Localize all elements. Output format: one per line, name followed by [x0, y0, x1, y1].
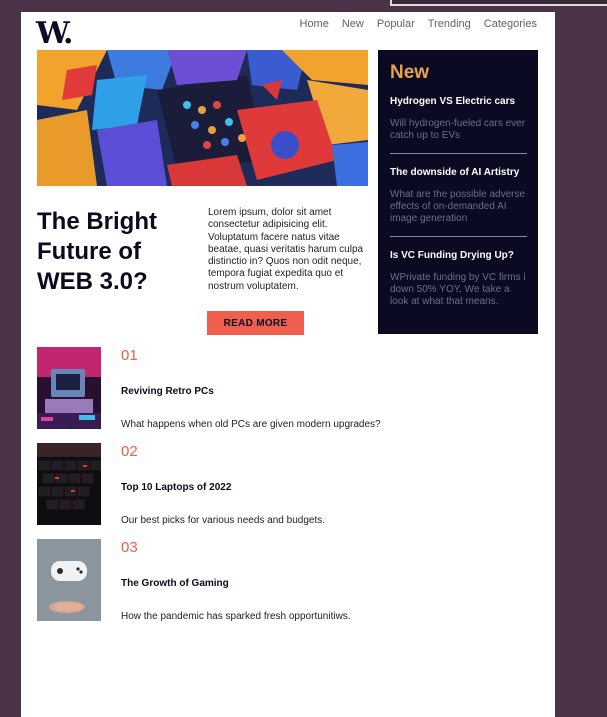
site-logo[interactable]: W. — [36, 16, 73, 51]
nav-link-new[interactable]: New — [342, 18, 364, 30]
article-item[interactable]: 03 The Growth of Gaming How the pandemic… — [37, 539, 537, 622]
hero-image-web3-blocks — [37, 50, 368, 186]
nav-link-popular[interactable]: Popular — [377, 18, 415, 30]
new-item-title[interactable]: The downside of AI Artistry — [390, 167, 527, 179]
new-panel-title: New — [390, 62, 430, 83]
article-desc: What happens when old PCs are given mode… — [121, 419, 381, 430]
new-item-desc: Will hydrogen-fueled cars ever catch up … — [390, 118, 526, 141]
new-articles-panel: New Hydrogen VS Electric cars Will hydro… — [378, 50, 538, 334]
new-item-title[interactable]: Is VC Funding Drying Up? — [390, 250, 527, 262]
article-title[interactable]: Top 10 Laptops of 2022 — [121, 482, 231, 493]
thumbnail-laptop-keyboard — [37, 443, 101, 525]
new-item-title[interactable]: Hydrogen VS Electric cars — [390, 96, 527, 108]
article-number: 01 — [121, 347, 138, 364]
article-item[interactable]: 01 Reviving Retro PCs What happens when … — [37, 347, 537, 430]
featured-body-text: Lorem ipsum, dolor sit amet consectetur … — [208, 207, 364, 292]
new-item[interactable]: Hydrogen VS Electric cars Will hydrogen-… — [390, 96, 527, 142]
new-item-desc: WPrivate funding by VC firms i down 50% … — [390, 272, 526, 307]
article-title[interactable]: The Growth of Gaming — [121, 578, 229, 589]
divider — [390, 153, 527, 154]
nav-link-categories[interactable]: Categories — [484, 18, 537, 30]
nav-link-home[interactable]: Home — [300, 18, 329, 30]
article-number: 03 — [121, 539, 138, 556]
new-item-desc: What are the possible adverse effects of… — [390, 189, 526, 224]
new-item[interactable]: The downside of AI Artistry What are the… — [390, 167, 527, 225]
divider — [390, 236, 527, 237]
thumbnail-game-controller — [37, 539, 101, 621]
background-window-edge — [390, 0, 607, 6]
nav-link-trending[interactable]: Trending — [428, 18, 471, 30]
article-desc: Our best picks for various needs and bud… — [121, 515, 326, 526]
read-more-button[interactable]: READ MORE — [207, 311, 304, 335]
article-number: 02 — [121, 443, 138, 460]
thumbnail-retro-pc — [37, 347, 101, 429]
article-title[interactable]: Reviving Retro PCs — [121, 386, 214, 397]
article-desc: How the pandemic has sparked fresh oppor… — [121, 611, 351, 622]
main-nav: Home New Popular Trending Categories — [300, 18, 538, 30]
page-container: W. Home New Popular Trending Categories — [21, 12, 555, 717]
article-item[interactable]: 02 Top 10 Laptops of 2022 Our best picks… — [37, 443, 537, 526]
new-item[interactable]: Is VC Funding Drying Up? WPrivate fundin… — [390, 250, 527, 308]
featured-headline: The Bright Future of WEB 3.0? — [37, 208, 157, 295]
